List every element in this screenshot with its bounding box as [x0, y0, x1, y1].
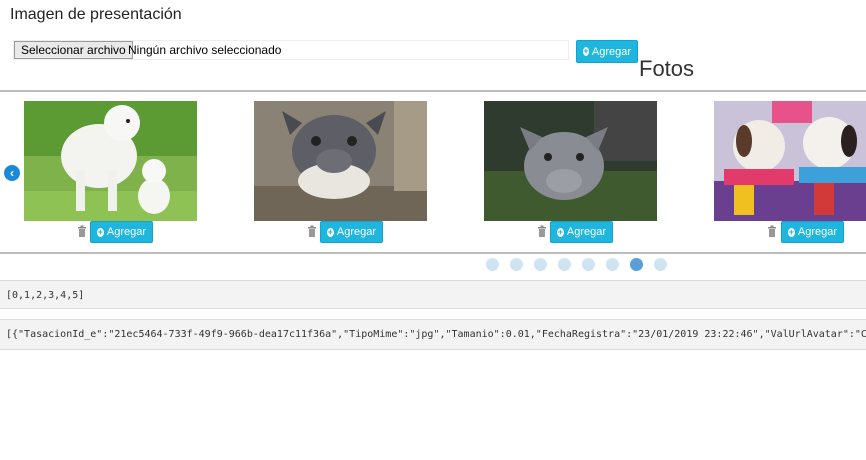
grey-pitbull-puppy-grass-photo [484, 101, 657, 221]
carousel-prev-button[interactable]: ‹ [4, 165, 20, 181]
puppies-in-scarves-photo [714, 101, 866, 221]
divider [0, 90, 866, 92]
divider [0, 252, 866, 254]
indices-output: [0,1,2,3,4,5] [0, 280, 866, 309]
pagination-dot[interactable] [486, 258, 499, 271]
plus-circle-icon: + [788, 226, 795, 237]
section-title: Imagen de presentación [10, 6, 182, 23]
plus-circle-icon: + [327, 226, 334, 237]
slide-photo[interactable] [714, 101, 866, 221]
slide-photo[interactable] [24, 101, 197, 221]
pagination-dot[interactable] [654, 258, 667, 271]
pagination-dot-active[interactable] [630, 258, 643, 271]
trash-icon[interactable] [307, 224, 317, 237]
slide-add-label: Agregar [336, 226, 376, 238]
pagination-dot[interactable] [606, 258, 619, 271]
carousel-pagination [486, 258, 667, 271]
pagination-dot[interactable] [510, 258, 523, 271]
slide-add-label: Agregar [566, 226, 606, 238]
slide-photo[interactable] [484, 101, 657, 221]
choose-file-button[interactable]: Seleccionar archivo [14, 41, 133, 59]
file-input[interactable]: Seleccionar archivo Ningún archivo selec… [13, 40, 569, 60]
slide-add-label: Agregar [797, 226, 837, 238]
add-button-label: Agregar [591, 45, 631, 58]
gallery-title: Fotos [639, 56, 695, 81]
slide-photo[interactable] [254, 101, 427, 221]
json-output: [{"TasacionId_e":"21ec5464-733f-49f9-966… [0, 319, 866, 350]
trash-icon[interactable] [77, 224, 87, 237]
pagination-dot[interactable] [582, 258, 595, 271]
slide-add-button[interactable]: + Agregar [781, 221, 844, 243]
plus-circle-icon: + [97, 226, 104, 237]
chevron-left-icon: ‹ [10, 166, 14, 180]
trash-icon[interactable] [767, 224, 777, 237]
slide-add-button[interactable]: + Agregar [320, 221, 383, 243]
pagination-dot[interactable] [558, 258, 571, 271]
slide-add-button[interactable]: + Agregar [90, 221, 153, 243]
add-cover-button[interactable]: + Agregar [576, 40, 638, 63]
plus-circle-icon: + [583, 46, 589, 56]
slide-add-button[interactable]: + Agregar [550, 221, 613, 243]
trash-icon[interactable] [537, 224, 547, 237]
slide-add-label: Agregar [106, 226, 146, 238]
file-status-text: Ningún archivo seleccionado [128, 43, 282, 57]
white-samoyed-dogs-photo [24, 101, 197, 221]
plus-circle-icon: + [557, 226, 564, 237]
pagination-dot[interactable] [534, 258, 547, 271]
grey-pitbull-puppy-photo [254, 101, 427, 221]
